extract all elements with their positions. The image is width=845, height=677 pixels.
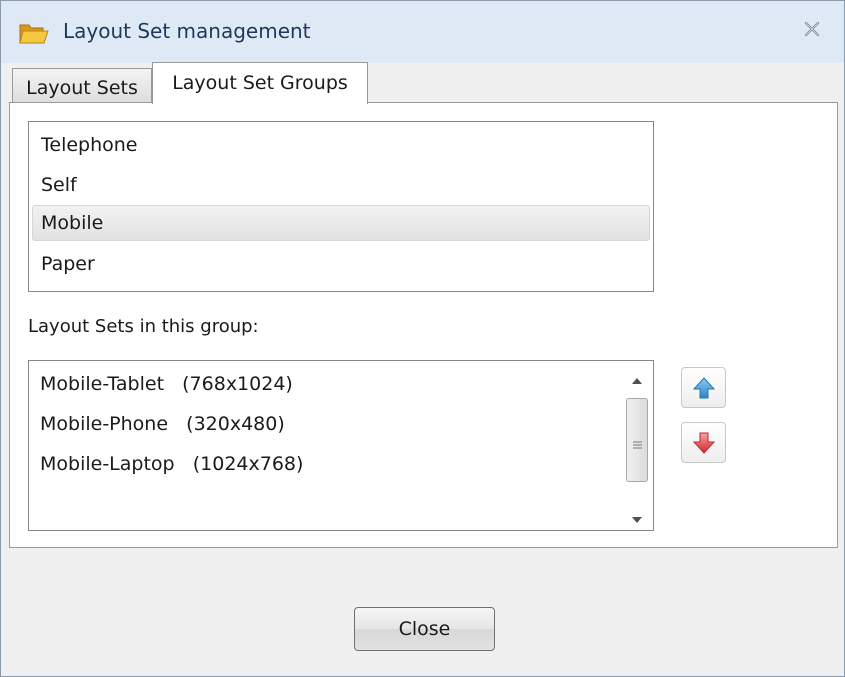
scroll-down-arrow-icon[interactable] bbox=[631, 510, 643, 523]
scroll-up-arrow-icon[interactable] bbox=[631, 371, 643, 384]
layout-set-groups-list[interactable]: Telephone Self Mobile Paper bbox=[28, 121, 654, 292]
scrollbar-thumb[interactable] bbox=[626, 398, 648, 482]
list-item-mobile-laptop[interactable]: Mobile-Laptop (1024x768) bbox=[40, 453, 303, 475]
list-item-mobile-phone[interactable]: Mobile-Phone (320x480) bbox=[40, 413, 285, 435]
tab-layout-set-groups[interactable]: Layout Set Groups bbox=[152, 62, 368, 104]
list-item-telephone[interactable]: Telephone bbox=[32, 127, 650, 163]
move-down-button[interactable] bbox=[681, 422, 726, 463]
grip-icon bbox=[633, 435, 642, 449]
tab-layout-sets[interactable]: Layout Sets bbox=[12, 68, 152, 104]
close-button[interactable]: Close bbox=[354, 607, 495, 651]
vertical-scrollbar[interactable] bbox=[622, 362, 652, 529]
close-icon[interactable] bbox=[802, 19, 822, 39]
list-item-paper[interactable]: Paper bbox=[32, 246, 650, 282]
move-up-button[interactable] bbox=[681, 367, 726, 408]
layout-sets-in-group-list[interactable]: Mobile-Tablet (768x1024) Mobile-Phone (3… bbox=[28, 360, 654, 531]
title-bar: Layout Set management bbox=[1, 1, 844, 63]
window-title: Layout Set management bbox=[63, 19, 311, 43]
list-item-mobile[interactable]: Mobile bbox=[32, 205, 650, 241]
layout-set-management-dialog: Layout Set management Layout Sets Layout… bbox=[0, 0, 845, 677]
list-item-mobile-tablet[interactable]: Mobile-Tablet (768x1024) bbox=[40, 373, 293, 395]
list-item-self[interactable]: Self bbox=[32, 167, 650, 203]
sets-in-group-label: Layout Sets in this group: bbox=[28, 316, 259, 337]
folder-open-icon bbox=[19, 21, 49, 45]
